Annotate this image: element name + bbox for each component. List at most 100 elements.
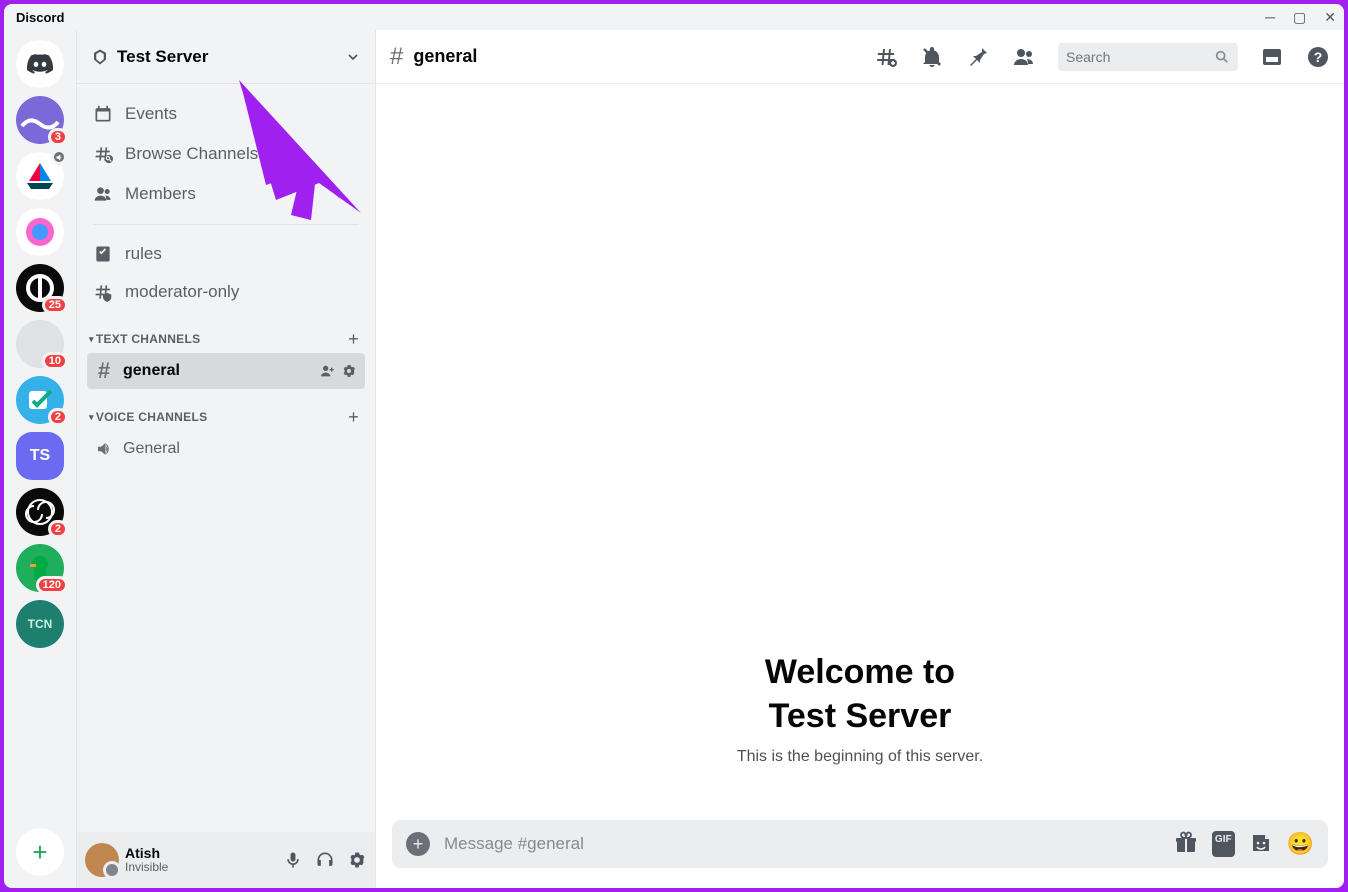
notification-badge: 25 bbox=[42, 296, 68, 314]
channel-list: EventsBrowse Channels Members rules modera… bbox=[77, 84, 375, 832]
channel-label: general bbox=[123, 362, 180, 380]
minimize-button[interactable]: ─ bbox=[1265, 9, 1275, 26]
server-name: Test Server bbox=[117, 47, 345, 67]
app-window: Discord ─ ▢ ✕ 3 25 10 2 TS 2 120 TCN + Test Serv… bbox=[4, 4, 1344, 888]
nav-members[interactable]: Members bbox=[85, 174, 367, 214]
notification-badge: 3 bbox=[48, 128, 68, 146]
calendar-icon bbox=[93, 104, 113, 124]
invite-icon[interactable] bbox=[319, 363, 335, 379]
user-status: Invisible bbox=[125, 861, 277, 875]
channel-label: rules bbox=[125, 244, 162, 264]
server-item-home[interactable] bbox=[16, 40, 64, 88]
gif-button[interactable]: GIF bbox=[1212, 831, 1235, 857]
members-icon bbox=[93, 184, 113, 204]
nav-label: Members bbox=[125, 184, 196, 204]
gear-icon[interactable] bbox=[341, 363, 357, 379]
welcome-line2: Test Server bbox=[769, 697, 952, 735]
maximize-button[interactable]: ▢ bbox=[1293, 9, 1306, 26]
chevron-down-icon: ▾ bbox=[89, 334, 94, 345]
server-item-srv-face[interactable] bbox=[16, 208, 64, 256]
divider bbox=[93, 224, 359, 225]
rules-icon bbox=[93, 244, 113, 264]
add-channel-button[interactable]: + bbox=[348, 329, 363, 350]
emoji-button[interactable]: 😀 bbox=[1287, 831, 1314, 857]
window-controls: ─ ▢ ✕ bbox=[1265, 9, 1336, 26]
server-item-srv-wave[interactable]: 3 bbox=[16, 96, 64, 144]
notification-badge: 2 bbox=[48, 520, 68, 538]
inbox-button[interactable] bbox=[1260, 45, 1284, 69]
channel-content: Welcome to Test Server This is the begin… bbox=[376, 84, 1344, 820]
gift-button[interactable] bbox=[1174, 831, 1198, 857]
app-title: Discord bbox=[12, 10, 64, 25]
nav-browse[interactable]: Browse Channels bbox=[85, 134, 367, 174]
svg-text:?: ? bbox=[1314, 49, 1323, 65]
server-rail: 3 25 10 2 TS 2 120 TCN + bbox=[4, 30, 76, 888]
hash-shield-icon bbox=[93, 282, 113, 302]
channel-name: general bbox=[413, 46, 864, 67]
category-header[interactable]: ▾VOICE CHANNELS+ bbox=[85, 405, 367, 429]
category-label: TEXT CHANNELS bbox=[96, 332, 348, 346]
hash-icon: # bbox=[95, 358, 113, 384]
server-item-srv-tcn[interactable]: TCN bbox=[16, 600, 64, 648]
message-composer: + GIF 😀 bbox=[392, 820, 1328, 868]
close-button[interactable]: ✕ bbox=[1324, 9, 1336, 26]
server-header[interactable]: Test Server bbox=[77, 30, 375, 84]
titlebar: Discord ─ ▢ ✕ bbox=[4, 4, 1344, 30]
members-button[interactable] bbox=[1012, 45, 1036, 69]
server-item-srv-blank[interactable]: 10 bbox=[16, 320, 64, 368]
user-avatar[interactable] bbox=[85, 843, 119, 877]
pinned-button[interactable] bbox=[966, 45, 990, 69]
welcome-subtitle: This is the beginning of this server. bbox=[737, 748, 983, 766]
search-input[interactable] bbox=[1066, 49, 1208, 65]
chevron-down-icon bbox=[345, 49, 361, 65]
server-item-srv-check[interactable]: 2 bbox=[16, 376, 64, 424]
composer-actions: GIF 😀 bbox=[1174, 831, 1314, 857]
server-item-srv-green[interactable]: 120 bbox=[16, 544, 64, 592]
nav-calendar[interactable]: Events bbox=[85, 94, 367, 134]
user-panel: Atish Invisible bbox=[77, 832, 375, 888]
hash-icon: # bbox=[390, 43, 403, 71]
speaker-icon bbox=[51, 149, 67, 165]
server-item-srv-ts[interactable]: TS bbox=[16, 432, 64, 480]
main-area: # general ? We bbox=[376, 30, 1344, 888]
channel-sidebar: Test Server EventsBrowse Channels Members… bbox=[76, 30, 376, 888]
search-icon bbox=[1214, 49, 1230, 65]
welcome-block: Welcome to Test Server This is the begin… bbox=[737, 650, 983, 796]
notification-badge: 120 bbox=[36, 576, 68, 594]
channel-label: moderator-only bbox=[125, 282, 239, 302]
server-item-srv-boat[interactable] bbox=[16, 152, 64, 200]
welcome-heading: Welcome to Test Server bbox=[737, 650, 983, 738]
message-input[interactable] bbox=[444, 834, 1160, 854]
settings-button[interactable] bbox=[347, 850, 367, 870]
add-channel-button[interactable]: + bbox=[348, 407, 363, 428]
category-header[interactable]: ▾TEXT CHANNELS+ bbox=[85, 327, 367, 351]
add-server-button[interactable]: + bbox=[16, 828, 64, 876]
channel-general[interactable]: General bbox=[87, 431, 365, 467]
welcome-line1: Welcome to bbox=[765, 653, 955, 691]
attach-button[interactable]: + bbox=[406, 832, 430, 856]
sticker-button[interactable] bbox=[1249, 831, 1273, 857]
search-box[interactable] bbox=[1058, 43, 1238, 71]
deafen-button[interactable] bbox=[315, 850, 335, 870]
server-boost-icon bbox=[91, 48, 109, 66]
server-item-srv-p[interactable]: 25 bbox=[16, 264, 64, 312]
browse-icon bbox=[93, 144, 113, 164]
channel-moderator-only[interactable]: moderator-only bbox=[85, 273, 367, 311]
mute-button[interactable] bbox=[283, 850, 303, 870]
user-info[interactable]: Atish Invisible bbox=[125, 845, 277, 875]
channel-general[interactable]: # general bbox=[87, 353, 365, 389]
server-item-srv-knot[interactable]: 2 bbox=[16, 488, 64, 536]
notifications-button[interactable] bbox=[920, 45, 944, 69]
user-name: Atish bbox=[125, 845, 277, 861]
speaker-icon bbox=[95, 440, 113, 458]
notification-badge: 2 bbox=[48, 408, 68, 426]
threads-button[interactable] bbox=[874, 45, 898, 69]
app-body: 3 25 10 2 TS 2 120 TCN + Test Server EventsBrows… bbox=[4, 30, 1344, 888]
help-button[interactable]: ? bbox=[1306, 45, 1330, 69]
channel-rules[interactable]: rules bbox=[85, 235, 367, 273]
notification-badge: 10 bbox=[42, 352, 68, 370]
chevron-down-icon: ▾ bbox=[89, 412, 94, 423]
channel-toolbar: ? bbox=[874, 43, 1330, 71]
channel-label: General bbox=[123, 440, 180, 458]
category-label: VOICE CHANNELS bbox=[96, 410, 348, 424]
